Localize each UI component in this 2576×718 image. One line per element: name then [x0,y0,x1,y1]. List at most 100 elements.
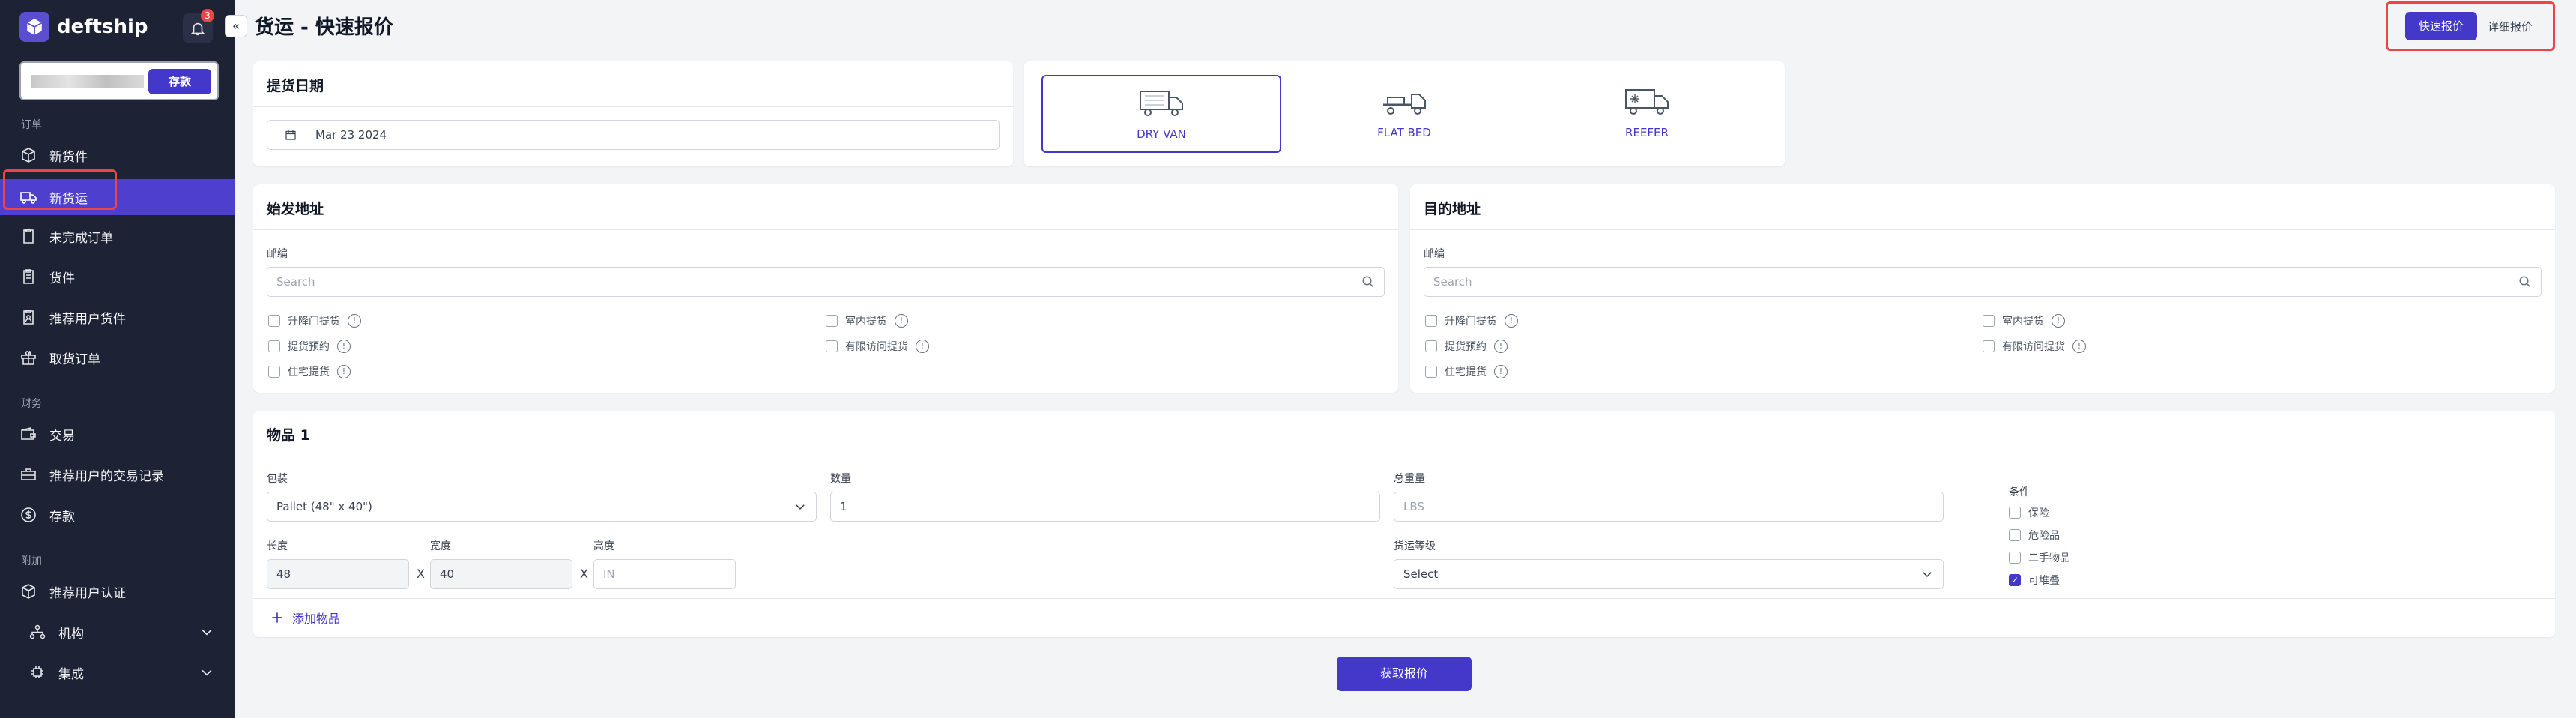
page-title: 货运 - 快速报价 [255,16,393,39]
weight-input[interactable]: LBS [1394,492,1944,522]
quantity-input[interactable]: 1 [830,492,1380,522]
sidebar-item-new-shipment[interactable]: 新货件 [0,138,235,172]
origin-option-limited-access[interactable]: 有限访问提货! [826,339,929,354]
info-icon[interactable]: ! [337,340,351,353]
cube-logo-icon [19,12,49,42]
destination-option-inside[interactable]: 室内提货! [1983,313,2065,328]
origin-zip-placeholder: Search [276,275,315,289]
dimension-separator: X [580,567,588,581]
sidebar-item-label: 新货件 [49,149,88,165]
sidebar-item-shipments[interactable]: 货件 [0,259,235,294]
checkbox[interactable] [2009,529,2021,541]
checkbox[interactable] [1425,366,1437,378]
destination-option-liftgate[interactable]: 升降门提货! [1425,313,1518,328]
add-item-button[interactable]: 添加物品 [270,609,340,627]
info-icon[interactable]: ! [1494,365,1508,378]
sidebar-item-open-orders[interactable]: 未完成订单 [0,219,235,253]
sidebar-item-referral-verification[interactable]: 推荐用户认证 [0,574,235,609]
destination-address-card: 目的地址 邮编 Search 升降门提货! 室内提货! 提货预约! 有限访问提货… [1410,184,2555,393]
briefcase-icon [21,468,36,480]
checkbox[interactable] [1983,315,1995,327]
checkbox[interactable] [1425,315,1437,327]
notification-badge: 3 [201,9,214,22]
sidebar-item-label: 推荐用户认证 [49,585,126,601]
origin-option-inside[interactable]: 室内提货! [826,313,908,328]
destination-zip-input[interactable]: Search [1424,267,2542,297]
condition-hazmat[interactable]: 危险品 [2009,528,2060,543]
width-input[interactable]: 40 [430,559,572,589]
destination-option-residential[interactable]: 住宅提货! [1425,364,1508,379]
freight-class-value: Select [1403,567,1439,581]
sidebar-item-pickup-orders[interactable]: 取货订单 [0,340,235,375]
length-input[interactable]: 48 [267,559,409,589]
info-icon[interactable]: ! [337,365,351,378]
sidebar-item-referral-transactions[interactable]: 推荐用户的交易记录 [0,457,235,492]
info-icon[interactable]: ! [1505,314,1518,328]
truck-option-flat-bed[interactable]: FLAT BED [1284,75,1524,153]
info-icon[interactable]: ! [2072,340,2086,353]
condition-insurance[interactable]: 保险 [2009,505,2049,520]
origin-option-residential[interactable]: 住宅提货! [268,364,351,379]
checkbox[interactable] [2009,507,2021,519]
option-label: 有限访问提货 [2002,341,2065,353]
item-title: 物品 1 [267,427,310,444]
condition-label: 危险品 [2028,530,2060,542]
checkbox[interactable] [826,340,838,352]
option-label: 提货预约 [1445,341,1487,353]
checkbox[interactable] [1983,340,1995,352]
sidebar-item-organization[interactable]: 机构 [0,615,235,649]
search-icon [2519,276,2531,288]
checkbox[interactable] [2009,552,2021,564]
truck-option-dry-van[interactable]: DRY VAN [1041,75,1281,153]
section-label-orders: 订单 [21,119,42,131]
get-quote-button[interactable]: 获取报价 [1337,657,1472,691]
sidebar-item-label: 未完成订单 [49,230,113,246]
brand-logo[interactable]: deftship [19,12,148,42]
width-value: 40 [440,567,455,581]
origin-option-appointment[interactable]: 提货预约! [268,339,351,354]
sidebar-item-integrations[interactable]: 集成 [0,655,235,690]
packaging-select[interactable]: Pallet (48" x 40") [267,492,817,522]
origin-option-liftgate[interactable]: 升降门提货! [268,313,361,328]
destination-option-appointment[interactable]: 提货预约! [1425,339,1508,354]
deposit-button[interactable]: 存款 [148,69,211,94]
sidebar-item-label: 存款 [49,509,75,525]
checkbox[interactable] [268,366,280,378]
sidebar-item-label: 推荐用户货件 [49,311,126,327]
bell-icon [190,22,205,36]
info-icon[interactable]: ! [916,340,929,353]
checkbox[interactable] [268,340,280,352]
org-icon [29,624,46,639]
sidebar-item-referral-shipments[interactable]: 推荐用户货件 [0,300,235,334]
card-divider [253,598,2555,599]
option-label: 室内提货 [2002,316,2044,328]
origin-zip-input[interactable]: Search [267,267,1385,297]
checkbox[interactable] [268,315,280,327]
info-icon[interactable]: ! [2052,314,2065,328]
info-icon[interactable]: ! [1494,340,1508,353]
origin-title: 始发地址 [267,201,324,217]
weight-label: 总重量 [1394,473,1425,485]
checkbox-checked[interactable]: ✓ [2009,574,2021,586]
destination-option-limited-access[interactable]: 有限访问提货! [1983,339,2086,354]
checkbox[interactable] [826,315,838,327]
collapse-sidebar-button[interactable]: « [225,15,247,37]
sidebar-item-label: 货件 [49,271,75,286]
pickup-date-input[interactable]: Mar 23 2024 [267,120,1000,150]
reefer-icon [1625,89,1669,115]
height-label: 高度 [593,540,614,552]
truck-option-reefer[interactable]: REEFER [1527,75,1767,153]
height-input[interactable]: IN [593,559,736,589]
info-icon[interactable]: ! [895,314,908,328]
highlight-box-toggle [2386,1,2555,51]
sidebar-item-deposit[interactable]: 存款 [0,498,235,532]
condition-used-goods[interactable]: 二手物品 [2009,550,2070,565]
highlight-box-nav [3,169,117,210]
notifications-button[interactable]: 3 [183,9,214,43]
checkbox[interactable] [1425,340,1437,352]
condition-stackable[interactable]: ✓ 可堆叠 [2009,573,2060,588]
info-icon[interactable]: ! [348,314,361,328]
packaging-label: 包装 [267,473,288,485]
freight-class-select[interactable]: Select [1394,559,1944,589]
sidebar-item-transactions[interactable]: 交易 [0,417,235,451]
